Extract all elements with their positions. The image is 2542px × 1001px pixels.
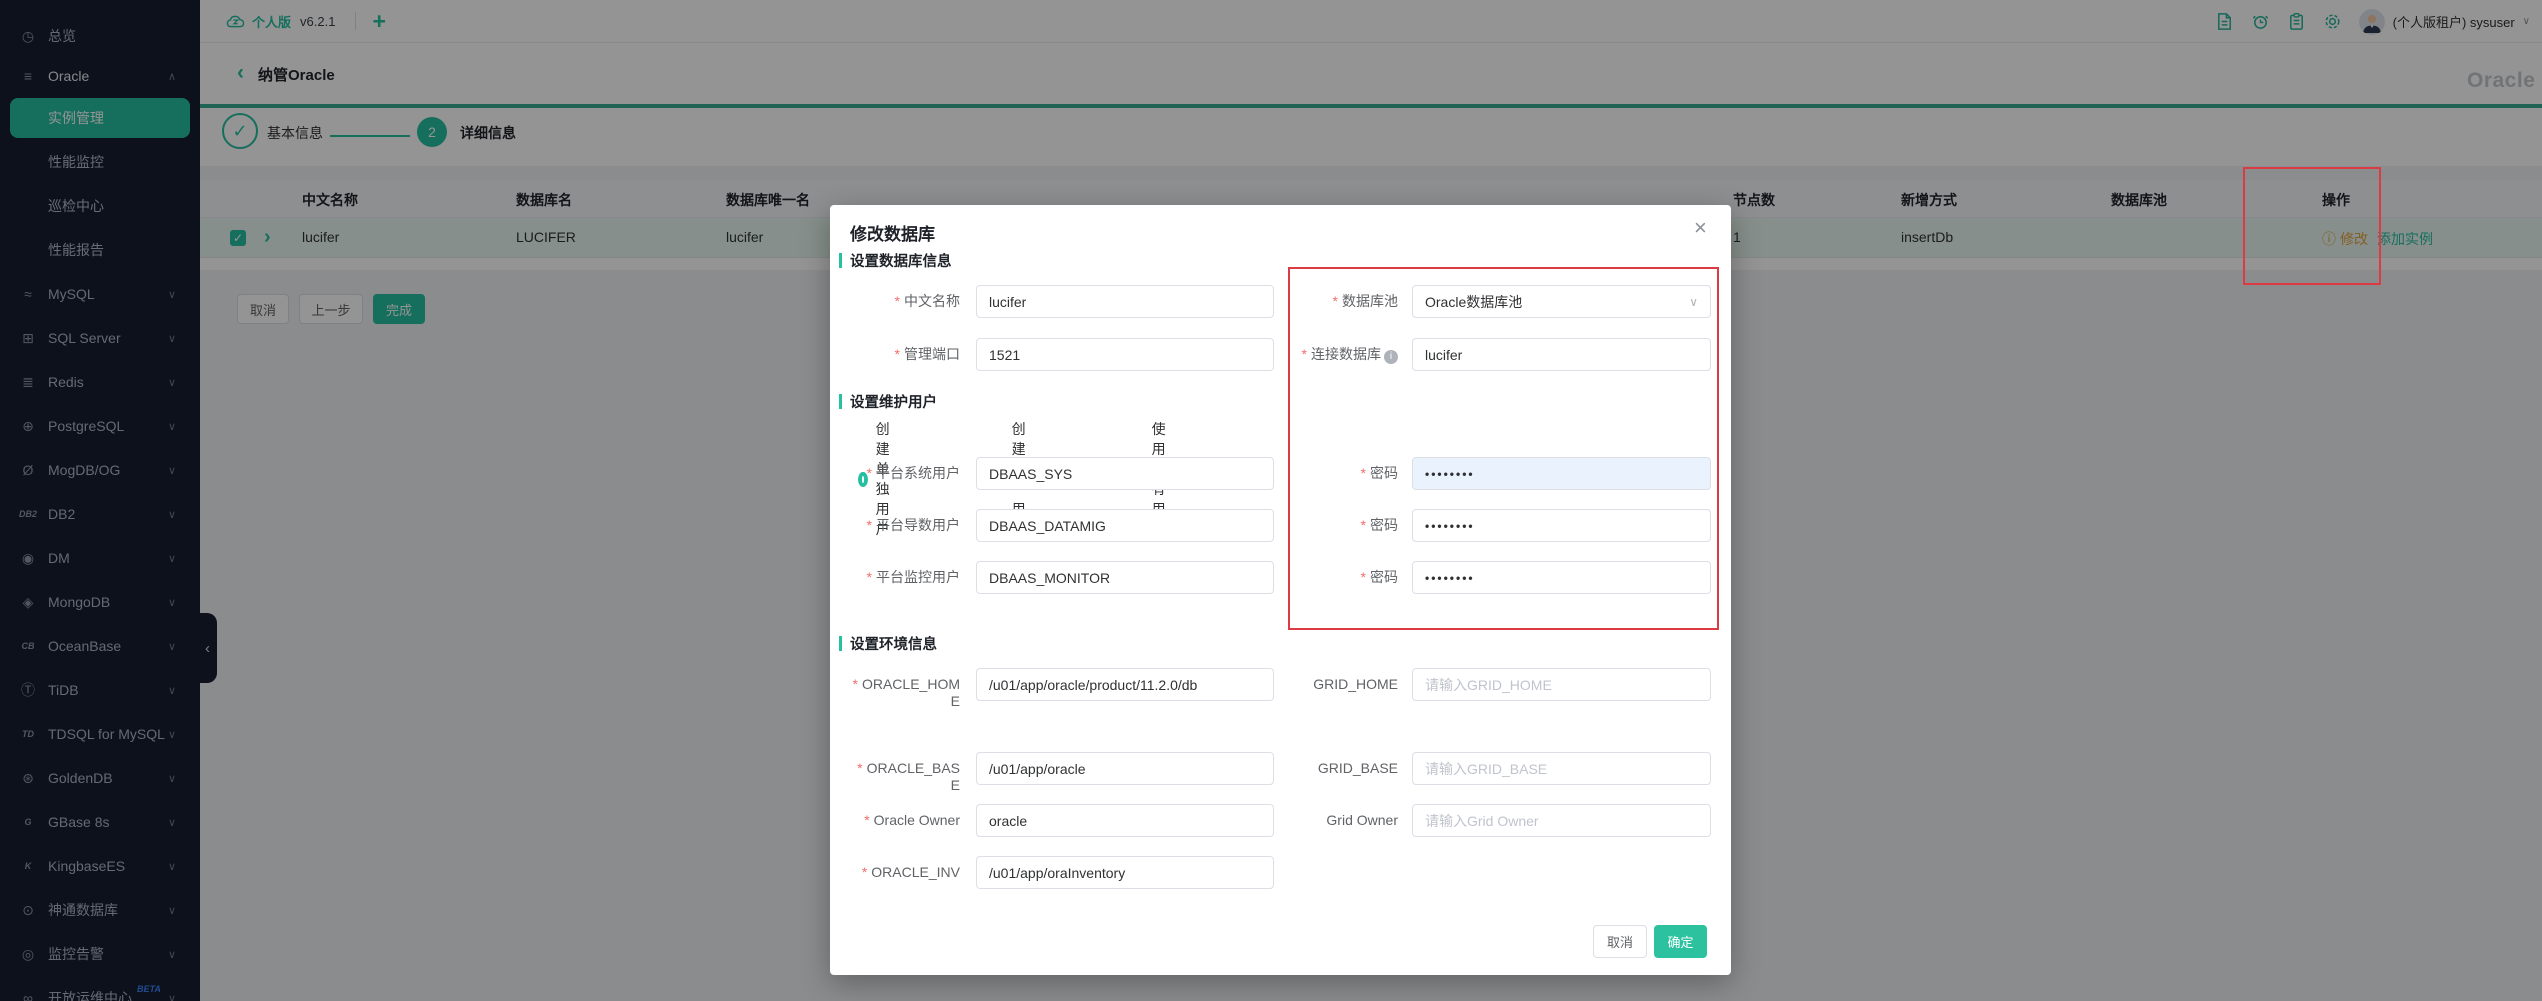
pool-select-value: Oracle数据库池 bbox=[1425, 293, 1523, 310]
field-label-oracle-home: ORACLE_HOME bbox=[851, 676, 960, 710]
datamig-password-input[interactable] bbox=[1412, 509, 1711, 542]
app-root: ◷ 总览 ≡ Oracle ∧ 实例管理 性能监控 巡检中心 性能报告 ≈ My… bbox=[0, 0, 2542, 1001]
modal-cancel-button[interactable]: 取消 bbox=[1593, 925, 1647, 958]
oracle-base-input[interactable] bbox=[976, 752, 1274, 785]
field-label-grid-owner: Grid Owner bbox=[1326, 812, 1398, 828]
field-label-monitor-user: 平台监控用户 bbox=[851, 569, 960, 586]
oracle-home-input[interactable] bbox=[976, 668, 1274, 701]
field-label-sys-password: 密码 bbox=[1289, 465, 1398, 482]
sys-password-input[interactable] bbox=[1412, 457, 1711, 490]
field-label-grid-base: GRID_BASE bbox=[1317, 760, 1398, 776]
modal-title: 修改数据库 bbox=[850, 225, 935, 244]
oracle-owner-input[interactable] bbox=[976, 804, 1274, 837]
grid-base-input[interactable] bbox=[1412, 752, 1711, 785]
chevron-down-icon: ∨ bbox=[1689, 294, 1698, 309]
datamig-user-input[interactable] bbox=[976, 509, 1274, 542]
connect-db-label-text: 连接数据库 bbox=[1311, 346, 1381, 362]
grid-home-input[interactable] bbox=[1412, 668, 1711, 701]
field-label-oracle-owner: Oracle Owner bbox=[851, 812, 960, 829]
field-label-monitor-password: 密码 bbox=[1289, 569, 1398, 586]
field-label-grid-home: GRID_HOME bbox=[1313, 676, 1398, 692]
pool-select[interactable]: Oracle数据库池 ∨ bbox=[1412, 285, 1711, 318]
field-label-datamig-password: 密码 bbox=[1289, 517, 1398, 534]
field-label-datamig-user: 平台导数用户 bbox=[851, 517, 960, 534]
section-db-info: 设置数据库信息 bbox=[839, 250, 952, 271]
sys-user-input[interactable] bbox=[976, 457, 1274, 490]
close-icon[interactable]: × bbox=[1694, 215, 1707, 241]
section-environment-info: 设置环境信息 bbox=[839, 633, 937, 654]
field-label-connect-db: 连接数据库i bbox=[1289, 346, 1398, 364]
field-label-oracle-inv: ORACLE_INV bbox=[851, 864, 960, 881]
oracle-inv-input[interactable] bbox=[976, 856, 1274, 889]
name-input[interactable] bbox=[976, 285, 1274, 318]
field-label-name: 中文名称 bbox=[851, 293, 960, 310]
field-label-port: 管理端口 bbox=[851, 346, 960, 363]
monitor-password-input[interactable] bbox=[1412, 561, 1711, 594]
field-label-sys-user: 平台系统用户 bbox=[851, 465, 960, 482]
grid-owner-input[interactable] bbox=[1412, 804, 1711, 837]
modal-confirm-button[interactable]: 确定 bbox=[1654, 925, 1707, 958]
port-input[interactable] bbox=[976, 338, 1274, 371]
field-label-pool: 数据库池 bbox=[1289, 293, 1398, 310]
modify-database-modal: 修改数据库 × 设置数据库信息 中文名称 数据库池 Oracle数据库池 ∨ 管… bbox=[830, 205, 1731, 975]
section-maintenance-users: 设置维护用户 bbox=[839, 391, 937, 412]
monitor-user-input[interactable] bbox=[976, 561, 1274, 594]
field-label-oracle-base: ORACLE_BASE bbox=[851, 760, 960, 794]
connect-db-input[interactable] bbox=[1412, 338, 1711, 371]
info-icon: i bbox=[1384, 350, 1398, 364]
